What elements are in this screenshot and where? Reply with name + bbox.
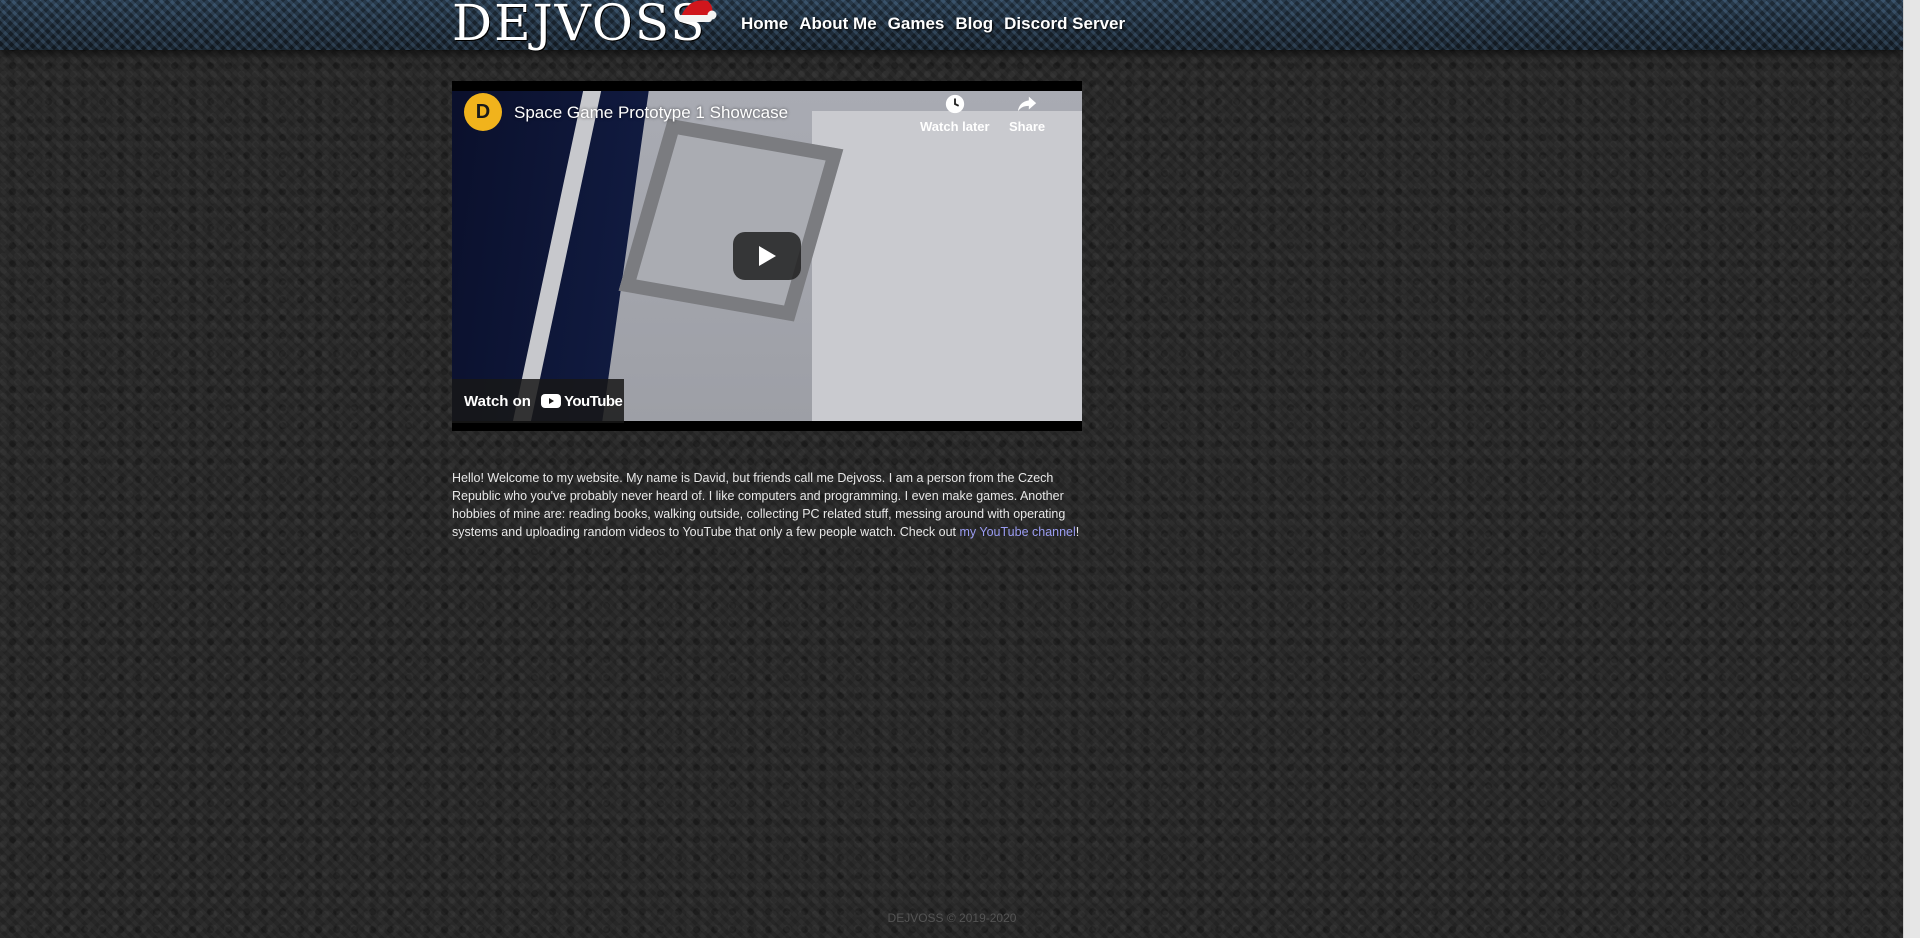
logo-text: DEJVOSS <box>452 0 707 52</box>
nav-about-me[interactable]: About Me <box>799 14 876 34</box>
share-icon <box>1017 96 1037 112</box>
youtube-channel-link[interactable]: my YouTube channel <box>960 525 1076 539</box>
intro-paragraph: Hello! Welcome to my website. My name is… <box>452 469 1092 541</box>
youtube-wordmark: YouTube <box>563 392 623 410</box>
santa-hat-icon <box>678 0 717 22</box>
watch-on-youtube-button[interactable]: Watch on YouTube <box>452 379 624 423</box>
play-button[interactable] <box>733 232 801 280</box>
youtube-play-icon <box>540 394 561 408</box>
nav-discord-server[interactable]: Discord Server <box>1004 14 1125 34</box>
site-logo[interactable]: DEJVOSS <box>452 0 717 49</box>
watch-later-label: Watch later <box>920 119 990 134</box>
share-button[interactable]: Share <box>1009 93 1045 134</box>
play-icon <box>759 246 776 266</box>
page-scrollbar[interactable] <box>1903 0 1920 938</box>
watch-on-label: Watch on <box>464 392 531 410</box>
share-label: Share <box>1009 119 1046 134</box>
watch-later-button[interactable]: Watch later <box>920 93 990 134</box>
clock-icon <box>945 94 964 114</box>
nav-blog[interactable]: Blog <box>955 14 993 34</box>
thumbnail-frame-object <box>618 118 844 322</box>
youtube-embed[interactable]: D Space Game Prototype 1 Showcase Watch … <box>452 81 1082 431</box>
youtube-logo: YouTube <box>540 392 623 410</box>
thumbnail-backdrop <box>812 111 1082 421</box>
intro-end: ! <box>1075 524 1080 539</box>
channel-avatar[interactable]: D <box>464 93 502 131</box>
nav-home[interactable]: Home <box>741 14 788 34</box>
site-header: DEJVOSS Home About Me Games Blog Discord… <box>0 0 1904 50</box>
video-title[interactable]: Space Game Prototype 1 Showcase <box>514 103 788 123</box>
nav-games[interactable]: Games <box>888 14 945 34</box>
main-nav: Home About Me Games Blog Discord Server <box>741 14 1125 34</box>
footer-copyright: DEJVOSS © 2019-2020 <box>887 911 1017 925</box>
